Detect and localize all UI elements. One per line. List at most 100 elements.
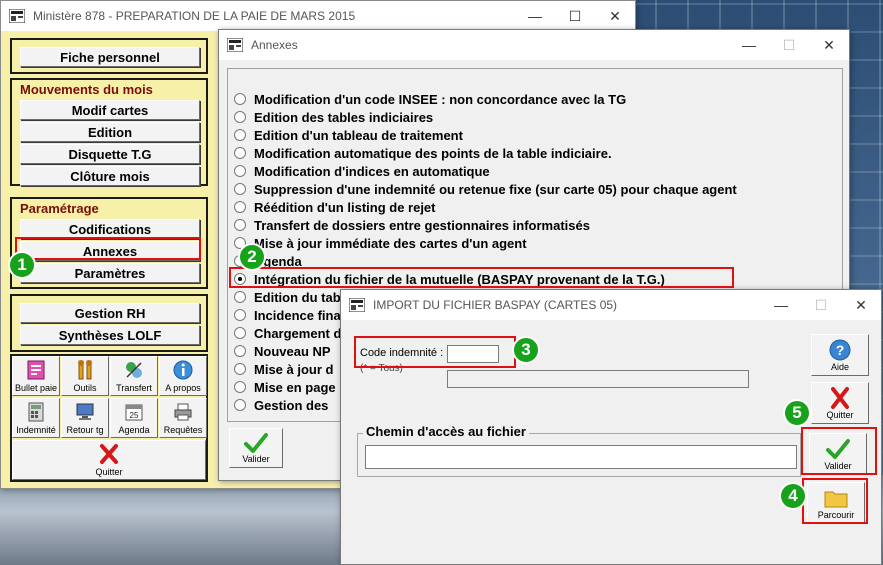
radio-button[interactable] <box>234 381 246 393</box>
green-checkmark-icon <box>244 433 268 453</box>
highlight-parcourir <box>802 478 868 524</box>
annex-option[interactable]: Modification d'un code INSEE : non conco… <box>234 90 626 108</box>
annexes-titlebar: Annexes — ☐ ✕ <box>219 30 849 60</box>
radio-button[interactable] <box>234 201 246 213</box>
radio-button[interactable] <box>234 291 246 303</box>
annex-option[interactable]: Incidence fina <box>234 306 341 324</box>
radio-button[interactable] <box>234 363 246 375</box>
annex-option[interactable]: Suppression d'une indemnité ou retenue f… <box>234 180 737 198</box>
import-close-button[interactable]: ✕ <box>841 290 881 320</box>
radio-button[interactable] <box>234 183 246 195</box>
mouvements-group: Mouvements du mois Modif cartes Edition … <box>10 78 208 186</box>
app-icon <box>349 298 365 312</box>
calendar-icon: 25 <box>125 404 143 421</box>
fiche-personnel-button[interactable]: Fiche personnel <box>20 47 200 67</box>
syntheses-lolf-button[interactable]: Synthèses LOLF <box>20 325 200 345</box>
quitter-button[interactable]: Quitter <box>811 382 869 424</box>
annex-option[interactable]: Nouveau NP <box>234 342 331 360</box>
modif-cartes-button[interactable]: Modif cartes <box>20 100 200 120</box>
annex-option[interactable]: Edition des tables indiciaires <box>234 108 433 126</box>
annex-option[interactable]: Réédition d'un listing de rejet <box>234 198 436 216</box>
transfert-label: Transfert <box>116 383 152 393</box>
radio-button[interactable] <box>234 309 246 321</box>
annex-option[interactable]: Transfert de dossiers entre gestionnaire… <box>234 216 590 234</box>
requetes-label: Requêtes <box>163 425 203 435</box>
parametres-button[interactable]: Paramètres <box>20 263 200 283</box>
annex-option-label: Modification automatique des points de l… <box>254 145 612 161</box>
radio-button[interactable] <box>234 93 246 105</box>
outils-label: Outils <box>73 383 97 393</box>
minimize-button[interactable]: — <box>515 1 555 31</box>
radio-button[interactable] <box>234 327 246 339</box>
payslip-icon <box>27 360 45 380</box>
annexes-valider-button[interactable]: Valider <box>229 428 283 468</box>
cloture-mois-button[interactable]: Clôture mois <box>20 166 200 186</box>
annex-option[interactable]: Gestion des <box>234 396 328 414</box>
svg-text:25: 25 <box>130 411 139 420</box>
annex-option[interactable]: Edition du tab <box>234 288 341 306</box>
import-minimize-button[interactable]: — <box>761 290 801 320</box>
aide-button[interactable]: ? Aide <box>811 334 869 376</box>
step-badge-3: 3 <box>512 336 540 364</box>
fiche-group: Fiche personnel <box>10 38 208 74</box>
a-propos-button[interactable]: A propos <box>159 356 207 396</box>
retour-tg-button[interactable]: Retour tg <box>61 398 109 438</box>
annex-option-label: Mise à jour immédiate des cartes d'un ag… <box>254 235 527 251</box>
a-propos-label: A propos <box>165 383 201 393</box>
app-icon <box>227 38 243 52</box>
annex-option-label: Nouveau NP <box>254 343 331 359</box>
codifications-button[interactable]: Codifications <box>20 219 200 239</box>
close-button[interactable]: ✕ <box>595 1 635 31</box>
aide-label: Aide <box>830 362 849 372</box>
annex-option[interactable]: Modification automatique des points de l… <box>234 144 612 162</box>
bullet-paie-button[interactable]: Bullet paie <box>12 356 60 396</box>
radio-button[interactable] <box>234 219 246 231</box>
annexes-close-button[interactable]: ✕ <box>809 30 849 60</box>
annex-option-label: Suppression d'une indemnité ou retenue f… <box>254 181 737 197</box>
radio-button[interactable] <box>234 399 246 411</box>
import-maximize-button[interactable]: ☐ <box>801 290 841 320</box>
disquette-tg-button[interactable]: Disquette T.G <box>20 144 200 164</box>
outils-button[interactable]: Outils <box>61 356 109 396</box>
radio-button[interactable] <box>234 129 246 141</box>
annexes-title: Annexes <box>251 38 298 52</box>
annex-option[interactable]: Mise en page <box>234 378 336 396</box>
app-icon <box>9 9 25 23</box>
rh-group: Gestion RH Synthèses LOLF <box>10 294 208 352</box>
indemnite-label: Indemnité <box>16 425 56 435</box>
radio-button[interactable] <box>234 165 246 177</box>
annex-option-label: Modification d'indices en automatique <box>254 163 490 179</box>
indemnite-button[interactable]: Indemnité <box>12 398 60 438</box>
annex-option-label: Edition d'un tableau de traitement <box>254 127 463 143</box>
transfert-button[interactable]: Transfert <box>110 356 158 396</box>
agenda-button[interactable]: 25 Agenda <box>110 398 158 438</box>
step-badge-2: 2 <box>238 243 266 271</box>
parametrage-title: Paramétrage <box>20 201 99 216</box>
import-title: IMPORT DU FICHIER BASPAY (CARTES 05) <box>373 298 618 312</box>
annex-option-label: Chargement d <box>254 325 342 341</box>
annex-option[interactable]: Mise à jour d <box>234 360 333 378</box>
red-x-icon <box>100 444 118 464</box>
radio-button[interactable] <box>234 147 246 159</box>
quitter-main-button[interactable]: Quitter <box>12 440 206 480</box>
annexes-minimize-button[interactable]: — <box>729 30 769 60</box>
annex-option[interactable]: Mise à jour immédiate des cartes d'un ag… <box>234 234 527 252</box>
annex-option[interactable]: Modification d'indices en automatique <box>234 162 490 180</box>
gestion-rh-button[interactable]: Gestion RH <box>20 303 200 323</box>
annex-option-label: Réédition d'un listing de rejet <box>254 199 436 215</box>
chemin-input[interactable] <box>365 445 797 469</box>
toolbox-group: Bullet paie Outils Transfert A propos In… <box>10 354 208 482</box>
maximize-button[interactable]: ☐ <box>555 1 595 31</box>
step-badge-1: 1 <box>8 251 36 279</box>
quitter-main-label: Quitter <box>95 467 123 477</box>
main-titlebar: Ministère 878 - PREPARATION DE LA PAIE D… <box>1 1 635 31</box>
annex-option[interactable]: Edition d'un tableau de traitement <box>234 126 463 144</box>
annex-option[interactable]: Chargement d <box>234 324 341 342</box>
radio-button[interactable] <box>234 111 246 123</box>
edition-button[interactable]: Edition <box>20 122 200 142</box>
printer-icon <box>174 403 192 421</box>
radio-button[interactable] <box>234 345 246 357</box>
requetes-button[interactable]: Requêtes <box>159 398 207 438</box>
annexes-maximize-button[interactable]: ☐ <box>769 30 809 60</box>
step-badge-5: 5 <box>783 399 811 427</box>
